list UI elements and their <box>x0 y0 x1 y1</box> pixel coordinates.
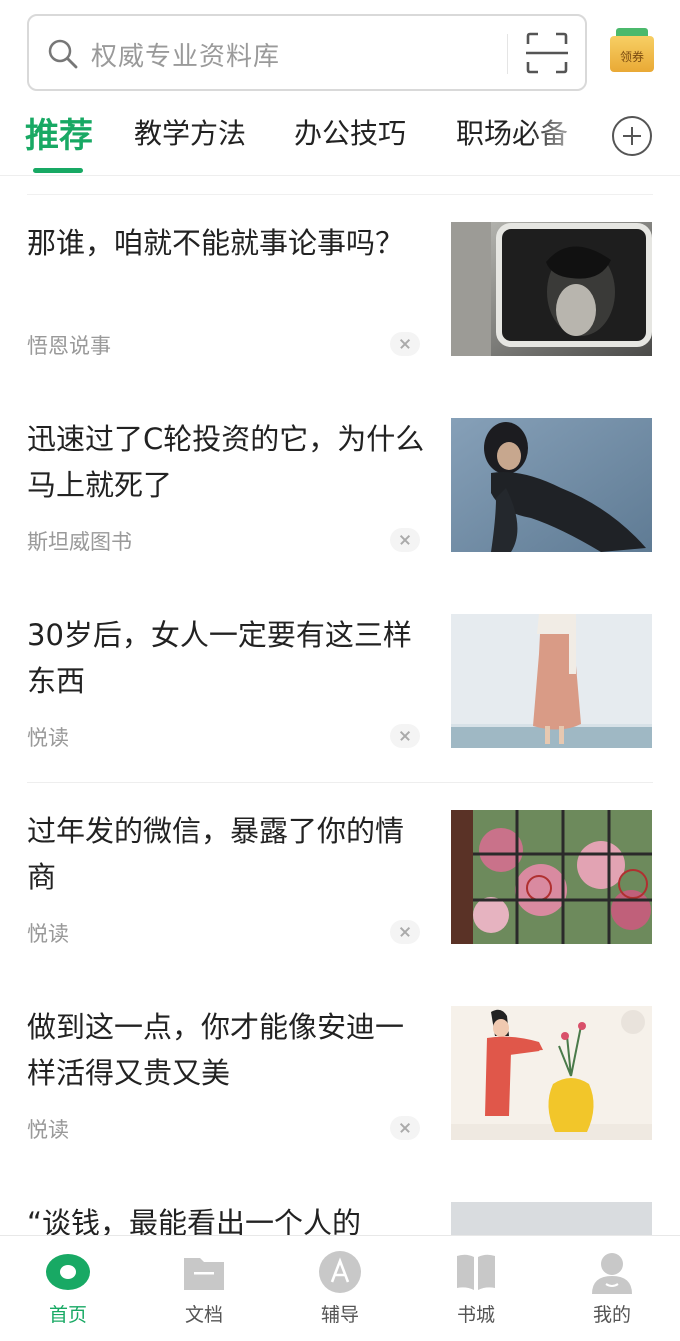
dismiss-icon[interactable] <box>390 528 420 552</box>
divider <box>27 194 653 195</box>
tab-fade-overlay <box>530 100 610 172</box>
search-placeholder: 权威专业资料库 <box>91 42 281 72</box>
article-source: 悟恩说事 <box>27 334 111 358</box>
category-tabs: 推荐 教学方法 办公技巧 职场必备 <box>0 100 680 176</box>
thumbnail-image-illustration-vase <box>451 1006 652 1140</box>
dismiss-icon[interactable] <box>390 920 420 944</box>
nav-tutoring[interactable]: 辅导 <box>272 1236 408 1341</box>
article-item[interactable]: 30岁后，女人一定要有这三样东西 悦读 <box>0 588 680 784</box>
article-title[interactable]: 迅速过了C轮投资的它，为什么马上就死了 <box>27 416 427 508</box>
nav-bookstore[interactable]: 书城 <box>408 1236 544 1341</box>
article-item[interactable]: 过年发的微信，暴露了你的情商 悦读 <box>0 784 680 980</box>
bottom-navigation: 首页 文档 辅导 书城 我的 <box>0 1235 680 1341</box>
nav-label: 辅导 <box>320 1304 359 1326</box>
tutor-icon <box>319 1251 361 1293</box>
article-thumbnail[interactable] <box>451 614 652 748</box>
nav-profile[interactable]: 我的 <box>544 1236 680 1341</box>
tab-recommend[interactable]: 推荐 <box>25 108 93 157</box>
article-thumbnail[interactable] <box>451 810 652 944</box>
nav-label: 书城 <box>456 1304 495 1326</box>
search-bar[interactable]: 权威专业资料库 <box>27 14 587 91</box>
coupon-label: 领券 <box>619 50 644 64</box>
dismiss-icon[interactable] <box>390 1116 420 1140</box>
nav-home[interactable]: 首页 <box>0 1236 136 1341</box>
nav-label: 我的 <box>592 1304 631 1326</box>
book-icon <box>457 1254 495 1290</box>
article-thumbnail[interactable] <box>451 1006 652 1140</box>
nav-label: 文档 <box>184 1304 223 1326</box>
article-title[interactable]: 30岁后，女人一定要有这三样东西 <box>27 612 427 704</box>
article-item[interactable]: 做到这一点，你才能像安迪一样活得又贵又美 悦读 <box>0 980 680 1176</box>
article-source: 斯坦威图书 <box>27 530 132 554</box>
tab-office-skills[interactable]: 办公技巧 <box>294 112 406 152</box>
tab-active-indicator <box>33 168 83 173</box>
home-icon <box>46 1254 90 1290</box>
article-source: 悦读 <box>27 922 69 946</box>
nav-documents[interactable]: 文档 <box>136 1236 272 1341</box>
dismiss-icon[interactable] <box>390 332 420 356</box>
folder-icon <box>184 1258 224 1290</box>
article-title[interactable]: 那谁，咱就不能就事论事吗？ <box>27 220 427 266</box>
dismiss-icon[interactable] <box>390 724 420 748</box>
article-item[interactable]: 迅速过了C轮投资的它，为什么马上就死了 斯坦威图书 <box>0 392 680 588</box>
article-source: 悦读 <box>27 1118 69 1142</box>
article-source: 悦读 <box>27 726 69 750</box>
article-title[interactable]: 做到这一点，你才能像安迪一样活得又贵又美 <box>27 1004 427 1096</box>
article-thumbnail[interactable] <box>451 418 652 552</box>
search-divider <box>507 34 508 74</box>
thumbnail-image-flower-window <box>451 810 652 944</box>
thumbnail-image-woman-dress <box>451 614 652 748</box>
article-item[interactable]: 那谁，咱就不能就事论事吗？ 悟恩说事 <box>0 196 680 392</box>
search-icon <box>48 39 78 69</box>
coupon-button[interactable]: 领券 <box>610 28 654 72</box>
tab-teaching-methods[interactable]: 教学方法 <box>134 112 246 152</box>
divider <box>27 782 653 783</box>
thumbnail-image-bw-portrait <box>451 222 652 356</box>
profile-icon <box>592 1253 632 1294</box>
nav-label: 首页 <box>48 1304 87 1326</box>
scan-icon[interactable] <box>526 32 568 74</box>
add-tab-icon[interactable] <box>612 116 652 156</box>
article-title[interactable]: 过年发的微信，暴露了你的情商 <box>27 808 427 900</box>
header: 权威专业资料库 领券 <box>0 0 680 100</box>
article-thumbnail[interactable] <box>451 222 652 356</box>
thumbnail-image-man-lying <box>451 418 652 552</box>
